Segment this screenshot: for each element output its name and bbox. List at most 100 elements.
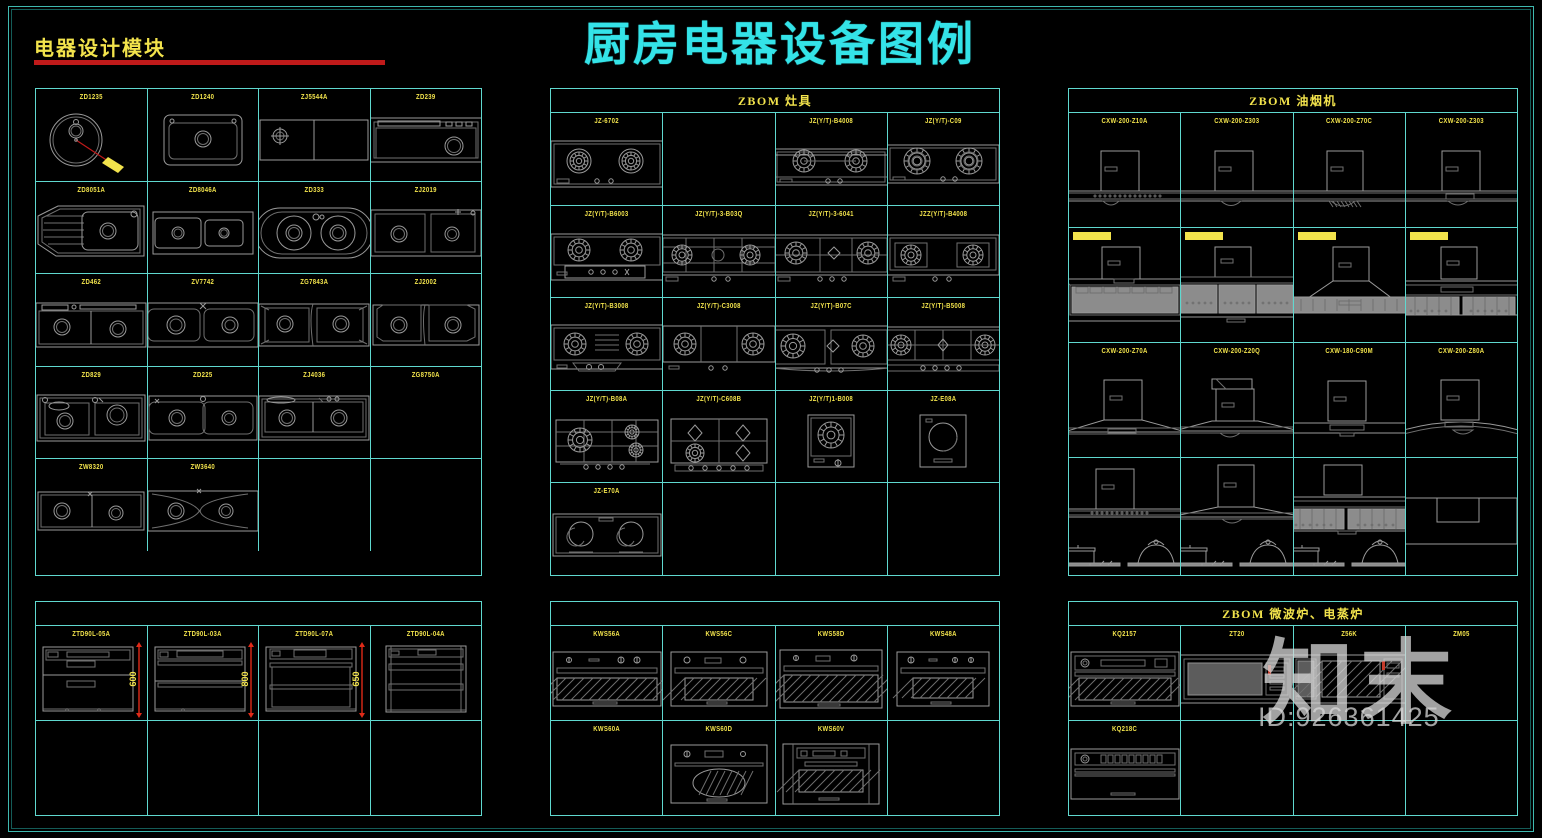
legend-cell-label: ZD1235 <box>79 94 103 102</box>
legend-cell[interactable]: KWS58D <box>776 626 888 720</box>
legend-drawing-hood-euro-curve <box>1406 354 1517 457</box>
legend-cell-label: CXW-200-Z303 <box>1438 118 1484 126</box>
legend-cell[interactable]: ZJ2002 <box>371 274 482 366</box>
legend-cell[interactable]: JZ(Y/T)-B4008 <box>776 113 888 205</box>
legend-cell[interactable] <box>1181 721 1294 815</box>
legend-drawing-sink-square-single <box>148 100 259 181</box>
legend-drawing-empty <box>663 118 774 205</box>
legend-drawing-empty <box>551 732 662 815</box>
legend-cell[interactable]: JZ-6702 <box>551 113 664 205</box>
legend-cell[interactable]: JZ(Y/T)-B07C <box>776 298 888 390</box>
legend-cell[interactable]: ZG7843A <box>259 274 371 366</box>
legend-cell[interactable] <box>1069 458 1182 575</box>
legend-cell[interactable]: ZTD90L-07A 650 <box>259 626 371 720</box>
legend-cell[interactable]: CXW-180-C90M <box>1294 343 1406 457</box>
grid-row: ZD462 ZV7742 ZG7843A ZJ2002 <box>36 274 481 367</box>
legend-cell[interactable]: JZ-E08A <box>888 391 999 483</box>
legend-cell[interactable] <box>663 113 776 205</box>
panel-hoods-header: ZBOM 油烟机 <box>1069 89 1517 113</box>
legend-cell[interactable]: JZ-E70A <box>551 483 664 575</box>
legend-cell[interactable]: ZV7742 <box>148 274 259 366</box>
legend-cell[interactable]: ZJ4036 <box>259 366 371 459</box>
legend-cell[interactable]: KWS60A <box>551 721 664 815</box>
legend-cell[interactable]: JZ(Y/T)1-B008 <box>776 390 888 483</box>
legend-cell[interactable]: ZT20 <box>1181 626 1294 720</box>
legend-cell[interactable] <box>776 483 888 575</box>
legend-cell[interactable]: ZD333 <box>259 181 371 274</box>
legend-cell[interactable]: ZD8051A <box>36 181 148 274</box>
panel-ovens: KWS56A KWS56C KWS58D KWS48A KWS60A KWS60D KWS6… <box>550 601 1000 816</box>
legend-drawing-hood-side-slope <box>1293 228 1405 342</box>
legend-cell[interactable]: JZ(Y/T)-B3008 <box>551 298 664 390</box>
legend-cell[interactable]: KQ2157 <box>1069 626 1182 720</box>
legend-cell[interactable]: ZW3640 <box>148 459 259 551</box>
legend-cell[interactable] <box>259 721 371 815</box>
legend-cell[interactable] <box>1405 228 1517 342</box>
legend-cell-label: CXW-200-Z70C <box>1326 118 1373 126</box>
legend-cell[interactable]: KWS60V <box>776 721 888 815</box>
legend-cell[interactable]: ZD239 <box>371 89 482 181</box>
legend-cell[interactable]: KWS56C <box>663 626 776 720</box>
legend-cell[interactable]: CXW-200-Z80A <box>1406 343 1517 457</box>
legend-cell[interactable]: JZ(Y/T)-C09 <box>888 113 999 205</box>
legend-cell[interactable]: ZD462 <box>36 274 148 366</box>
legend-cell[interactable]: KWS48A <box>888 626 999 720</box>
legend-cell[interactable]: JZ(Y/T)-C608B <box>663 390 776 483</box>
legend-cell[interactable]: CXW-200-Z303 <box>1406 113 1517 227</box>
legend-cell[interactable]: JZZ(Y/T)-B4008 <box>888 206 999 298</box>
legend-cell[interactable] <box>148 721 259 815</box>
grid-row: JZ-E70A <box>551 483 999 575</box>
legend-cell[interactable] <box>1406 721 1517 815</box>
legend-cell[interactable]: ZJ5544A <box>259 89 371 181</box>
legend-cell[interactable]: KWS56A <box>551 626 664 720</box>
legend-cell[interactable]: CXW-200-Z303 <box>1181 113 1294 227</box>
legend-cell[interactable] <box>36 721 148 815</box>
legend-cell[interactable]: ZD829 <box>36 366 148 459</box>
legend-cell[interactable] <box>1181 228 1294 342</box>
legend-drawing-empty <box>371 464 482 551</box>
legend-cell[interactable]: ZTD90L-04A <box>371 626 482 720</box>
legend-cell[interactable]: KQ218C <box>1069 721 1182 815</box>
legend-cell[interactable]: ZTD90L-05A 600 <box>36 626 148 720</box>
legend-cell[interactable]: JZ(Y/T)-B5008 <box>888 298 999 390</box>
legend-cell[interactable]: ZJ2019 <box>371 182 482 274</box>
legend-cell[interactable]: JZ(Y/T)-B6003 <box>551 205 664 298</box>
legend-cell[interactable]: KWS60D <box>663 721 776 815</box>
legend-cell[interactable]: ZM05 <box>1406 626 1517 720</box>
legend-cell[interactable]: CXW-200-Z70C <box>1294 113 1406 227</box>
legend-cell[interactable]: ZG8750A <box>371 367 482 459</box>
legend-cell[interactable] <box>888 721 999 815</box>
legend-cell[interactable]: ZD1235 <box>36 89 148 181</box>
legend-drawing-cab-2door: 650 <box>259 637 370 720</box>
legend-cell-label: JZ(Y/T)-C608B <box>696 395 742 404</box>
legend-cell[interactable]: JZ(Y/T)-3-B03Q <box>663 205 776 298</box>
legend-drawing-hob-induction-single <box>888 402 999 483</box>
legend-cell[interactable] <box>371 459 482 551</box>
legend-drawing-empty <box>371 378 482 459</box>
legend-cell[interactable]: Z56K <box>1294 626 1406 720</box>
legend-cell-label: ZV7742 <box>191 279 215 287</box>
panel-disinfection-cabinets: ZTD90L-05A 600 ZTD90L-03A 800 ZTD90L-07A <box>35 601 482 816</box>
legend-cell[interactable] <box>888 483 999 575</box>
legend-cell[interactable]: CXW-200-Z20Q <box>1181 343 1294 457</box>
legend-cell[interactable]: JZ(Y/T)-3-6041 <box>776 205 888 298</box>
legend-cell[interactable] <box>371 721 482 815</box>
legend-cell[interactable] <box>1293 228 1406 342</box>
legend-cell[interactable]: ZD8046A <box>148 181 259 274</box>
legend-cell[interactable] <box>1069 228 1182 342</box>
legend-cell[interactable] <box>259 459 371 551</box>
legend-cell[interactable]: JZ(Y/T)-B08A <box>551 390 664 483</box>
legend-cell[interactable]: ZD225 <box>148 366 259 459</box>
legend-cell[interactable]: ZW8320 <box>36 459 148 551</box>
legend-cell[interactable] <box>663 483 776 575</box>
legend-cell[interactable]: ZD1240 <box>148 89 259 181</box>
legend-cell[interactable] <box>1406 458 1517 575</box>
legend-cell[interactable] <box>1293 458 1406 575</box>
legend-cell[interactable] <box>1294 721 1406 815</box>
legend-cell[interactable] <box>1181 458 1294 575</box>
legend-cell[interactable]: CXW-200-Z70A <box>1069 343 1182 457</box>
legend-cell-label: ZD462 <box>81 279 101 287</box>
legend-cell[interactable]: CXW-200-Z10A <box>1069 113 1182 227</box>
legend-cell[interactable]: ZTD90L-03A 800 <box>148 626 259 720</box>
legend-cell[interactable]: JZ(Y/T)-C3008 <box>663 298 776 390</box>
